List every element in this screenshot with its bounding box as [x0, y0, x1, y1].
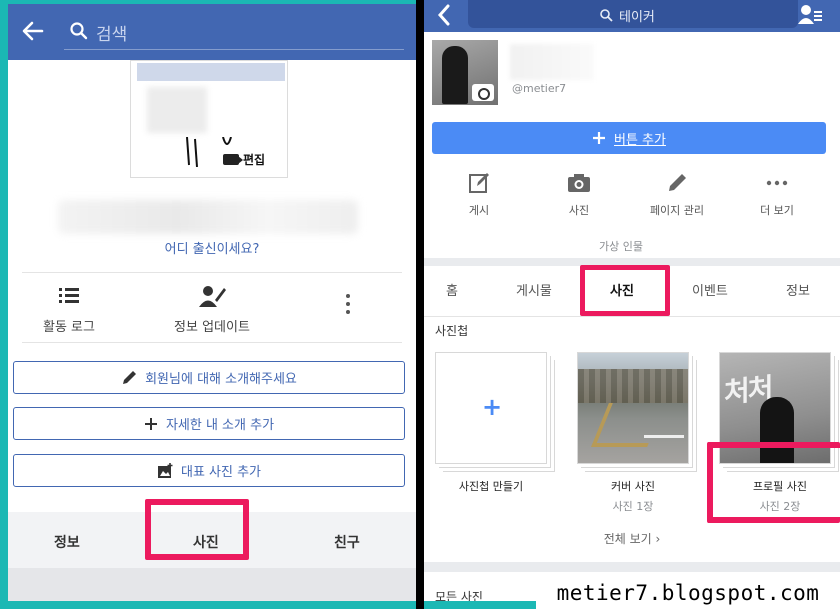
- page-name-blurred: [510, 44, 594, 80]
- more-horizontal-icon: [766, 180, 788, 186]
- camera-icon[interactable]: [472, 84, 494, 101]
- right-panel: 테이커 @metier7 버튼 추가 게시 사진 페이지 관리 더 보기 가상 …: [424, 0, 840, 601]
- cover-photo-road-line: [644, 435, 684, 438]
- chevron-right-icon: ›: [655, 532, 661, 546]
- add-button-button[interactable]: 버튼 추가: [432, 122, 826, 154]
- add-button-label: 버튼 추가: [614, 132, 666, 148]
- friend-requests-icon[interactable]: [798, 4, 822, 26]
- list-icon: [59, 288, 79, 303]
- profile-picture-band: [137, 63, 285, 81]
- activity-log-button[interactable]: 활동 로그: [36, 284, 102, 335]
- video-camera-icon: [223, 154, 243, 165]
- edit-label: 편집: [243, 153, 266, 167]
- compose-icon: [469, 173, 489, 193]
- edit-profile-picture-button[interactable]: 편집: [223, 151, 265, 168]
- pencil-icon: [123, 370, 137, 384]
- cover-album-count: 사진 1장: [612, 500, 654, 513]
- page-handle: @metier7: [512, 82, 567, 95]
- add-details-label: 자세한 내 소개 추가: [165, 418, 275, 433]
- search-icon: [70, 22, 88, 40]
- photo-action[interactable]: 사진: [554, 172, 604, 218]
- plus-icon: [593, 132, 605, 144]
- tab-home[interactable]: 홈: [446, 280, 458, 299]
- introduce-yourself-label: 회원님에 대해 소개해주세요: [145, 372, 297, 387]
- camera-icon: [568, 174, 590, 192]
- all-photos-title: 모든 사진: [435, 590, 483, 601]
- cover-photo-thumbnail: [578, 353, 688, 463]
- activity-log-label: 활동 로그: [43, 320, 95, 335]
- add-featured-photo-button[interactable]: 대표 사진 추가: [13, 454, 405, 487]
- page-category: 가상 인물: [599, 240, 643, 253]
- left-bottom-band: [8, 568, 416, 601]
- person-edit-icon: [199, 286, 226, 307]
- photos-tab-highlight-box: [580, 265, 670, 316]
- section-divider: [424, 562, 840, 572]
- search-placeholder: 검색: [96, 25, 128, 45]
- update-info-button[interactable]: 정보 업데이트: [160, 284, 264, 335]
- view-all-link[interactable]: 전체 보기 ›: [424, 530, 840, 547]
- tab-friends[interactable]: 친구: [334, 532, 360, 552]
- page-profile-picture[interactable]: [432, 40, 498, 105]
- more-action[interactable]: 더 보기: [752, 172, 802, 218]
- search-icon: [600, 9, 613, 22]
- update-info-label: 정보 업데이트: [174, 320, 250, 335]
- separator: [22, 342, 402, 343]
- more-vertical-icon[interactable]: [344, 294, 352, 318]
- create-album-tile[interactable]: +: [435, 352, 547, 464]
- add-featured-photo-label: 대표 사진 추가: [180, 465, 262, 480]
- cover-album-label: 커버 사진: [611, 480, 655, 493]
- post-action[interactable]: 게시: [454, 172, 504, 218]
- tab-posts[interactable]: 게시물: [516, 280, 552, 299]
- albums-title: 사진첩: [435, 324, 469, 338]
- tab-about[interactable]: 정보: [786, 280, 810, 299]
- profile-picture-blur: [147, 87, 207, 133]
- photos-tab-highlight-box: [145, 499, 249, 560]
- introduce-yourself-button[interactable]: 회원님에 대해 소개해주세요: [13, 361, 405, 394]
- profile-picture[interactable]: 편집: [130, 60, 288, 178]
- view-all-label: 전체 보기: [603, 532, 652, 546]
- manage-page-label: 페이지 관리: [649, 204, 705, 217]
- page-search-bar[interactable]: 테이커: [468, 0, 798, 28]
- photo-add-icon: [157, 462, 173, 478]
- right-header: 테이커: [424, 0, 840, 32]
- pencil-icon: [669, 174, 686, 191]
- plus-icon: +: [482, 393, 503, 421]
- tab-info[interactable]: 정보: [54, 532, 80, 552]
- search-bar[interactable]: 검색: [64, 14, 404, 50]
- cover-photo-trees: [578, 369, 688, 403]
- tab-events[interactable]: 이벤트: [692, 280, 728, 299]
- more-label: 더 보기: [760, 204, 794, 217]
- frame-left: [0, 0, 8, 609]
- profile-name-blurred: [58, 200, 358, 234]
- back-chevron-icon[interactable]: [436, 4, 452, 26]
- cover-photos-album[interactable]: [577, 352, 689, 464]
- panel-divider: [416, 0, 424, 609]
- profile-photo-silhouette: [442, 46, 468, 104]
- hometown-prompt-link[interactable]: 어디 출신이세요?: [8, 238, 416, 257]
- photo-label: 사진: [568, 204, 590, 217]
- blog-watermark: metier7.blogspot.com: [536, 577, 840, 609]
- separator: [424, 316, 840, 317]
- cover-photo-fence: [591, 403, 665, 447]
- add-details-button[interactable]: 자세한 내 소개 추가: [13, 407, 405, 440]
- post-label: 게시: [468, 204, 490, 217]
- profile-album-highlight-box: [707, 442, 840, 523]
- separator: [22, 272, 402, 273]
- create-album-label: 사진첩 만들기: [458, 480, 524, 493]
- page-search-label: 테이커: [619, 10, 655, 25]
- manage-page-action[interactable]: 페이지 관리: [646, 172, 708, 218]
- left-header: 검색: [8, 4, 416, 60]
- plus-icon: [144, 417, 157, 430]
- back-arrow-icon[interactable]: [20, 18, 46, 44]
